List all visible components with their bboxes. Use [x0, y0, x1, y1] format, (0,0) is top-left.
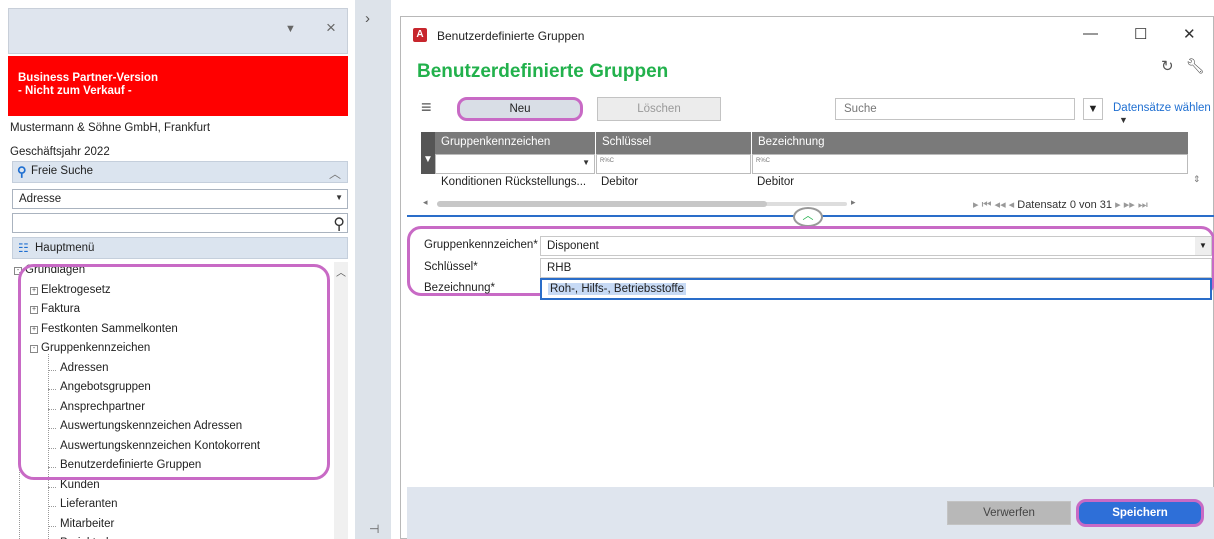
nav-first-icon[interactable]: ▸ ⏮ [973, 199, 991, 211]
search-input[interactable]: Suche [835, 98, 1075, 120]
address-search-input[interactable]: ⚲ [12, 213, 348, 233]
scroll-right-icon[interactable]: ▸ [851, 197, 856, 208]
tree-item-label: Lieferanten [60, 498, 118, 510]
scroll-left-icon[interactable]: ◂ [423, 197, 428, 208]
page-title: Benutzerdefinierte Gruppen [417, 61, 669, 82]
close-icon[interactable]: ✕ [1183, 25, 1196, 43]
brand-line-2: - Nicht zum Verkauf - [18, 85, 132, 97]
column-header-bezeichnung[interactable]: Bezeichnung [752, 132, 1188, 154]
save-button[interactable]: Speichern [1076, 499, 1204, 527]
tree-item[interactable]: Mitarbeiter [48, 517, 115, 530]
panel-header: ▼ × [8, 8, 348, 54]
tree-item-label: Kunden [60, 478, 100, 491]
panel-dropdown-icon[interactable]: ▼ [285, 23, 296, 35]
tree-item-label: Mitarbeiter [60, 517, 115, 530]
key-field-input[interactable]: RHB [540, 258, 1212, 278]
hauptmenu-label: Hauptmenü [35, 242, 95, 254]
nav-next-page-icon[interactable]: ▸▸ [1124, 199, 1135, 211]
column-header-gruppenkennzeichen[interactable]: Gruppenkennzeichen [435, 132, 595, 154]
app-icon: A [413, 28, 427, 42]
group-field-label: Gruppenkennzeichen* [424, 239, 538, 251]
vertical-scroll-icon[interactable]: ⇕ [1193, 174, 1201, 185]
column-header-schluessel[interactable]: Schlüssel [596, 132, 751, 154]
description-field-value: Roh-, Hilfs-, Betriebsstoffe [548, 283, 687, 295]
freie-suche-header[interactable]: ⚲ Freie Suche ︿ [12, 161, 348, 183]
chevron-up-icon[interactable]: ︿ [336, 264, 346, 279]
search-icon[interactable]: ⚲ [333, 214, 345, 234]
chevron-down-icon: ▼ [335, 193, 343, 202]
grid-cell[interactable]: Konditionen Rückstellungs... [441, 176, 586, 188]
dialog-window: A Benutzerdefinierte Gruppen — ☐ ✕ Benut… [400, 16, 1214, 539]
chevron-down-icon[interactable]: ▼ [1195, 237, 1211, 255]
filter-dropdown-icon[interactable]: ▼ [1083, 98, 1103, 120]
brand-banner: Business Partner-Version - Nicht zum Ver… [8, 56, 348, 116]
record-counter: Datensatz 0 von 31 [1017, 199, 1113, 211]
collapse-chevron-icon[interactable]: ︿ [793, 207, 823, 227]
pin-icon[interactable]: ⊣ [369, 522, 379, 536]
detail-form: Gruppenkennzeichen* Disponent ▼ Schlüsse… [407, 226, 1214, 300]
key-field-label: Schlüssel* [424, 261, 478, 273]
new-button[interactable]: Neu [457, 97, 583, 121]
discard-button[interactable]: Verwerfen [947, 501, 1071, 525]
fiscal-year: Geschäftsjahr 2022 [10, 146, 110, 158]
delete-button[interactable]: Löschen [597, 97, 721, 121]
wrench-icon[interactable]: 🔧︎ [1186, 58, 1205, 75]
records-select[interactable]: Datensätze wählen ▼ [1113, 102, 1211, 126]
address-select-value: Adresse [19, 193, 62, 205]
filter-cell-bezeichnung[interactable]: R%C [752, 154, 1188, 174]
tree-item[interactable]: Kunden [48, 478, 100, 491]
tree-connector [48, 486, 56, 488]
caret-down-icon: ▼ [1119, 115, 1128, 125]
filter-cell-gruppenkennzeichen[interactable]: ▼ [435, 154, 595, 174]
tree-scrollbar[interactable]: ︿ [334, 262, 348, 539]
chevron-right-icon[interactable]: › [365, 10, 370, 27]
nav-prev-page-icon[interactable]: ◂◂ [995, 199, 1006, 211]
group-field-select[interactable]: Disponent ▼ [540, 236, 1212, 256]
chevron-down-icon[interactable]: ▼ [582, 158, 590, 167]
filter-cell-schluessel[interactable]: R%C [596, 154, 751, 174]
panel-divider[interactable]: › ⊣ [355, 0, 391, 539]
tree-connector [48, 525, 56, 527]
tree-item[interactable]: Lieferanten [48, 498, 118, 510]
grid-cell[interactable]: Debitor [757, 176, 794, 188]
toolbar: ≡ Neu Löschen Suche ▼ Datensätze wählen … [411, 95, 1211, 126]
nav-prev-icon[interactable]: ◂ [1009, 199, 1015, 211]
address-type-select[interactable]: Adresse ▼ [12, 189, 348, 209]
description-field-label: Bezeichnung* [424, 282, 495, 294]
records-select-label: Datensätze wählen [1113, 102, 1211, 114]
company-name: Mustermann & Söhne GmbH, Frankfurt [10, 122, 211, 134]
brand-line-1: Business Partner-Version [18, 72, 158, 84]
grid-horizontal-scrollbar[interactable]: ◂ ▸ [421, 197, 861, 211]
grid-cell[interactable]: Debitor [601, 176, 638, 188]
footer-bar: Verwerfen Speichern [407, 487, 1214, 539]
hamburger-menu-icon[interactable]: ≡ [421, 97, 432, 118]
refresh-icon[interactable]: ↻ [1161, 58, 1174, 75]
filter-funnel-icon[interactable]: ▼ [421, 154, 435, 174]
record-navigator: ▸ ⏮ ◂◂ ◂ Datensatz 0 von 31 ▸ ▸▸ ⏭ [973, 198, 1148, 212]
scroll-thumb[interactable] [437, 201, 767, 207]
nav-last-icon[interactable]: ⏭ [1138, 199, 1148, 211]
chevron-up-icon[interactable]: ︿ [329, 165, 341, 182]
description-field-input[interactable]: Roh-, Hilfs-, Betriebsstoffe [540, 278, 1212, 300]
group-field-value: Disponent [547, 240, 599, 252]
maximize-icon[interactable]: ☐ [1134, 25, 1147, 43]
menu-tree-icon: ☷ [18, 241, 29, 255]
window-title: Benutzerdefinierte Gruppen [437, 29, 585, 43]
navigation-panel: ▼ × Business Partner-Version - Nicht zum… [0, 0, 355, 539]
grid-corner [421, 132, 435, 154]
header-icons: ↻ 🔧︎ [1161, 57, 1205, 75]
minimize-icon[interactable]: — [1083, 25, 1098, 42]
search-icon: ⚲ [17, 164, 27, 179]
nav-next-icon[interactable]: ▸ [1115, 199, 1121, 211]
freie-suche-label: Freie Suche [31, 165, 94, 177]
tree-highlight-frame [18, 264, 330, 480]
close-icon[interactable]: × [326, 18, 336, 38]
hauptmenu-header[interactable]: ☷ Hauptmenü [12, 237, 348, 259]
tree-connector [48, 506, 56, 507]
title-bar: A Benutzerdefinierte Gruppen — ☐ ✕ [401, 17, 1213, 53]
